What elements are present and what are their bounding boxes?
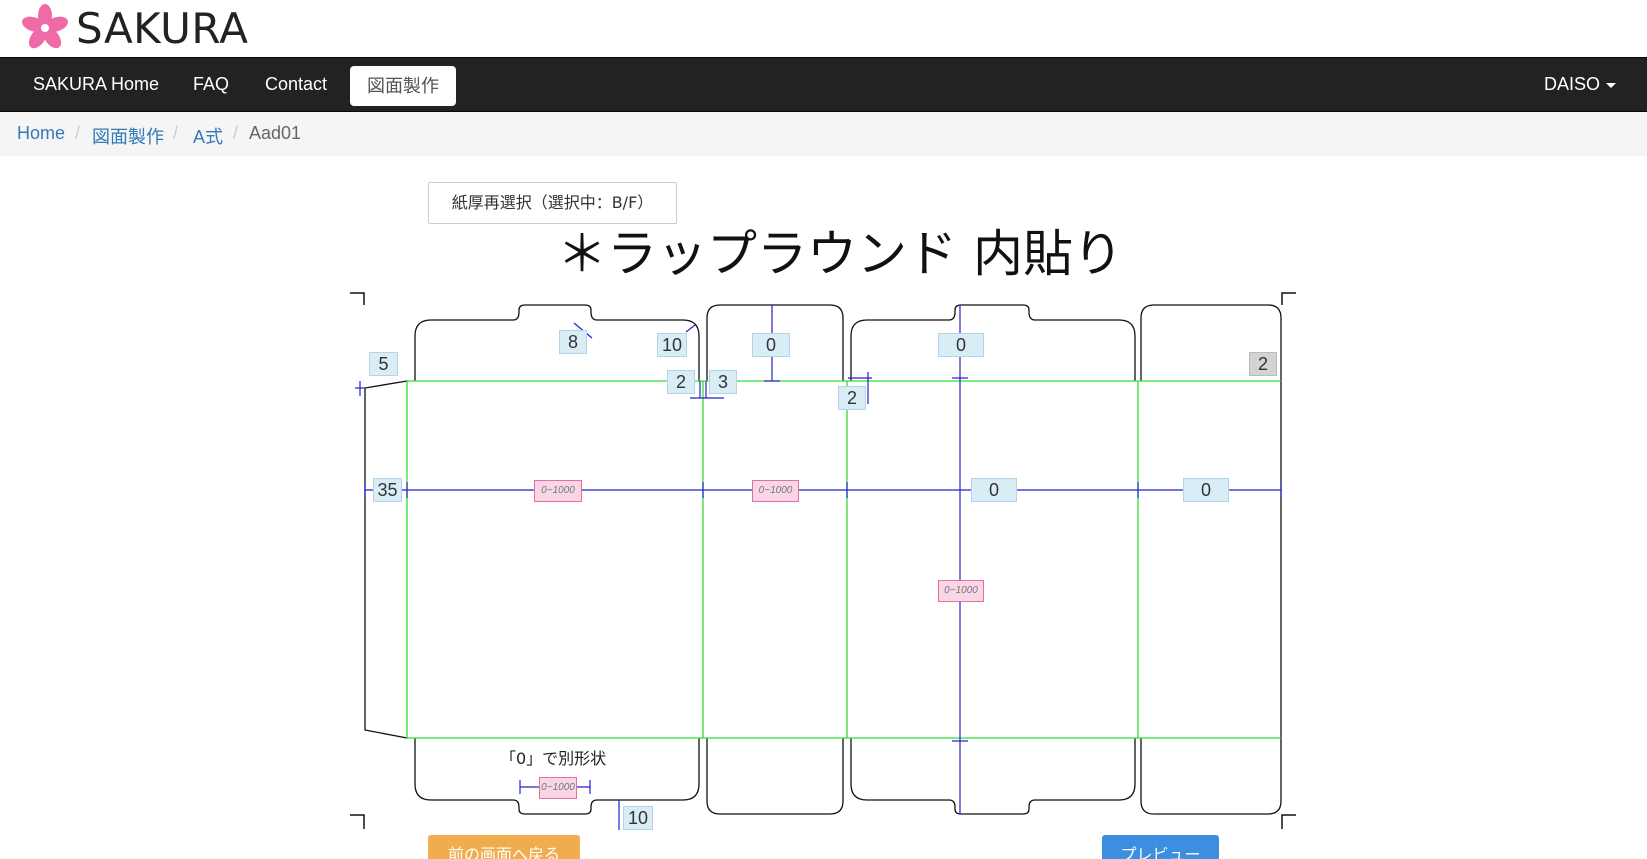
dim-input-glue-offset[interactable]: 5 xyxy=(369,352,398,376)
dim-input-panel4-width[interactable]: 0 xyxy=(1183,478,1229,502)
range-input-panel1-width[interactable]: 0~1000 xyxy=(534,480,582,502)
dim-input-bottom-flap[interactable]: 10 xyxy=(623,806,653,830)
dim-input-panel2-flap[interactable]: 0 xyxy=(752,333,790,357)
preview-button[interactable]: プレビュー xyxy=(1102,835,1219,859)
dim-input-slot-right[interactable]: 3 xyxy=(709,370,737,394)
fold-lines xyxy=(406,380,1281,739)
dim-input-flap-radius[interactable]: 10 xyxy=(657,333,687,357)
dim-input-panel3-flap[interactable]: 0 xyxy=(938,333,984,357)
shape-note: 「0」で別形状 xyxy=(500,749,607,768)
crop-marks xyxy=(350,292,1296,829)
range-input-panel2-width[interactable]: 0~1000 xyxy=(752,480,799,502)
dim-input-flap-notch[interactable]: 8 xyxy=(559,330,587,354)
range-input-bottom-notch[interactable]: 0~1000 xyxy=(539,777,577,799)
dim-input-disabled[interactable]: 2 xyxy=(1249,352,1277,376)
back-button[interactable]: 前の画面へ戻る xyxy=(428,835,580,859)
dim-input-glue-width[interactable]: 35 xyxy=(373,478,402,502)
dim-input-panel3-slot[interactable]: 2 xyxy=(838,386,866,410)
range-input-height[interactable]: 0~1000 xyxy=(938,580,984,602)
box-net-diagram xyxy=(350,292,1296,830)
dimension-lines xyxy=(355,305,1282,830)
dim-input-panel3-width[interactable]: 0 xyxy=(971,478,1017,502)
dim-input-slot-left[interactable]: 2 xyxy=(667,370,695,394)
